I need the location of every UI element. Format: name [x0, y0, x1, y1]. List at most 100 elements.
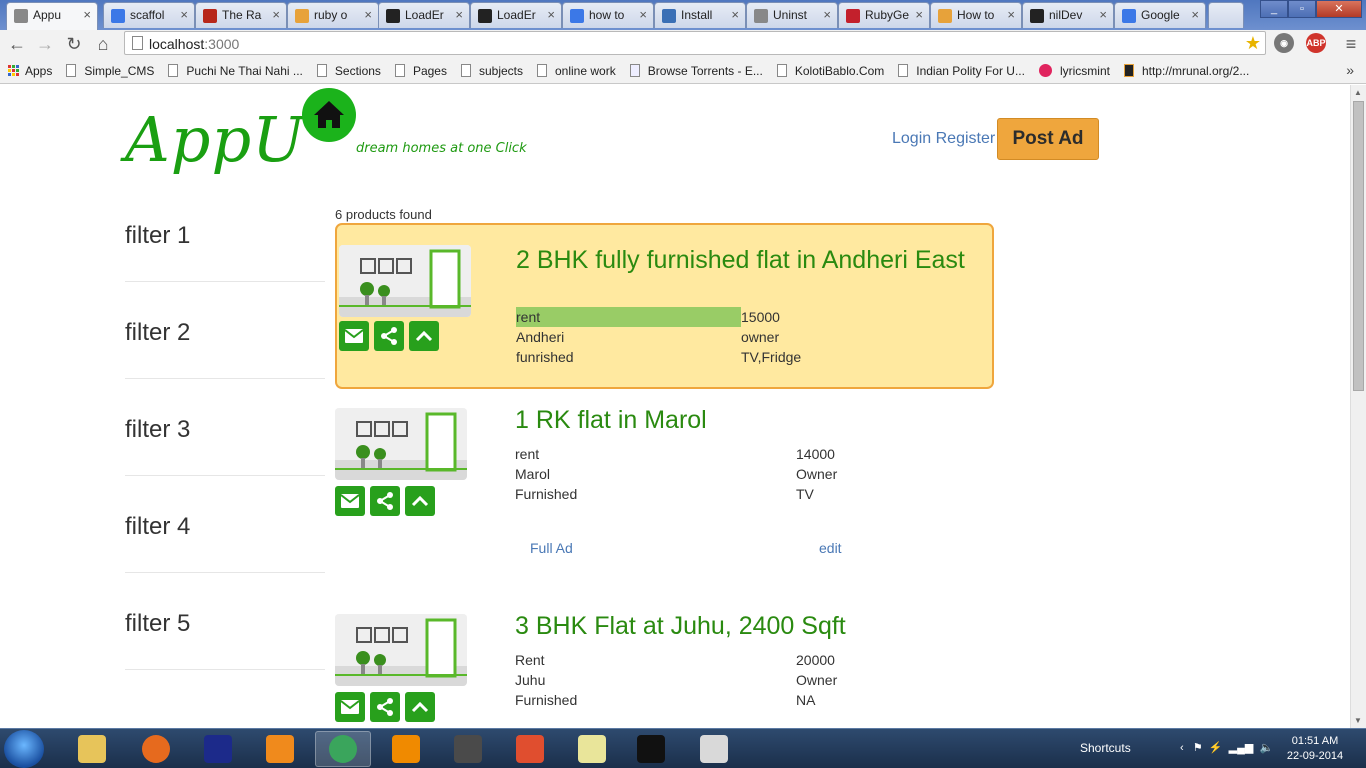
bookmark-item[interactable]: subjects [460, 64, 523, 78]
filter-item[interactable]: filter 5 [125, 610, 325, 670]
close-tab-icon[interactable]: × [180, 7, 188, 22]
clock[interactable]: 01:51 AM 22-09-2014 [1286, 734, 1344, 764]
shortcuts-toolbar[interactable]: Shortcuts [1080, 741, 1131, 755]
action-center-icon[interactable]: ⚑ [1193, 742, 1203, 754]
bookmarks-overflow-icon[interactable]: » [1346, 62, 1354, 78]
chevron-up-icon[interactable] [405, 486, 435, 516]
listing-card[interactable]: 3 BHK Flat at Juhu, 2400 Sqft Rent 20000 Ju… [335, 613, 994, 723]
maximize-button[interactable]: ▫ [1288, 0, 1316, 18]
chrome-icon[interactable] [315, 731, 371, 767]
explorer-icon[interactable] [64, 731, 120, 767]
filter-item[interactable]: filter 4 [125, 513, 325, 573]
full-ad-link[interactable]: Full Ad [530, 540, 573, 556]
share-icon[interactable] [370, 486, 400, 516]
close-tab-icon[interactable]: × [639, 7, 647, 22]
listing-thumbnail[interactable] [335, 614, 467, 686]
listing-title[interactable]: 1 RK flat in Marol [515, 407, 965, 433]
tab[interactable]: Install × [654, 2, 746, 28]
share-icon[interactable] [370, 692, 400, 722]
listing-title[interactable]: 3 BHK Flat at Juhu, 2400 Sqft [515, 613, 965, 639]
register-link[interactable]: Register [936, 130, 996, 147]
tab[interactable]: ruby o × [287, 2, 379, 28]
close-tab-icon[interactable]: × [547, 7, 555, 22]
page-scrollbar[interactable]: ▲ ▼ [1350, 85, 1366, 728]
chevron-up-icon[interactable] [409, 321, 439, 351]
scroll-up-icon[interactable]: ▲ [1354, 88, 1362, 97]
close-tab-icon[interactable]: × [1099, 7, 1107, 22]
listing-thumbnail[interactable] [335, 408, 467, 480]
chevron-up-icon[interactable] [405, 692, 435, 722]
tab[interactable]: how to × [562, 2, 654, 28]
cmd-icon[interactable] [623, 731, 679, 767]
close-tab-icon[interactable]: × [915, 7, 923, 22]
close-tab-icon[interactable]: × [83, 7, 91, 22]
close-tab-icon[interactable]: × [1007, 7, 1015, 22]
firefox-icon[interactable] [128, 731, 184, 767]
scrollbar-thumb[interactable] [1353, 101, 1364, 391]
filter-item[interactable]: filter 2 [125, 319, 325, 379]
bookmark-item[interactable]: Puchi Ne Thai Nahi ... [168, 64, 303, 78]
back-icon[interactable]: ← [6, 33, 28, 55]
home-logo-icon[interactable] [302, 88, 356, 142]
sublime-icon[interactable] [440, 731, 496, 767]
volume-icon[interactable]: 🔈 [1260, 742, 1274, 754]
show-hidden-icons-icon[interactable]: ‹ [1180, 742, 1184, 754]
git-icon[interactable] [502, 731, 558, 767]
tab[interactable]: nilDev × [1022, 2, 1114, 28]
close-window-button[interactable]: ✕ [1316, 0, 1362, 18]
close-tab-icon[interactable]: × [731, 7, 739, 22]
close-tab-icon[interactable]: × [1191, 7, 1199, 22]
forward-icon[interactable]: → [34, 33, 56, 55]
snipping-tool-icon[interactable] [686, 731, 742, 767]
close-tab-icon[interactable]: × [272, 7, 280, 22]
email-icon[interactable] [339, 321, 369, 351]
media-player-icon[interactable] [252, 731, 308, 767]
listing-card[interactable]: 2 BHK fully furnished flat in Andheri Ea… [335, 223, 994, 389]
site-logo[interactable]: AppU [125, 103, 305, 176]
filter-item[interactable]: filter 1 [125, 222, 325, 282]
post-ad-button[interactable]: Post Ad [997, 118, 1099, 160]
reload-icon[interactable]: ↻ [63, 33, 85, 55]
bookmark-item[interactable]: Pages [394, 64, 447, 78]
bookmark-star-icon[interactable]: ★ [1245, 33, 1261, 54]
address-bar[interactable]: localhost:3000 ★ [124, 31, 1266, 55]
bookmark-item[interactable]: KolotiBablo.Com [776, 64, 884, 78]
extension-icon[interactable]: ◉ [1274, 33, 1294, 53]
close-tab-icon[interactable]: × [823, 7, 831, 22]
edit-link[interactable]: edit [819, 540, 842, 556]
start-button[interactable] [4, 730, 44, 768]
power-icon[interactable]: ⚡ [1209, 742, 1223, 754]
bookmark-item[interactable]: lyricsmint [1038, 64, 1110, 78]
listing-title[interactable]: 2 BHK fully furnished flat in Andheri Ea… [516, 247, 966, 273]
bookmark-item[interactable]: Simple_CMS [66, 64, 154, 78]
scroll-down-icon[interactable]: ▼ [1354, 716, 1362, 725]
filter-item[interactable]: filter 3 [125, 416, 325, 476]
close-tab-icon[interactable]: × [364, 7, 372, 22]
tab[interactable]: Uninst × [746, 2, 838, 28]
email-icon[interactable] [335, 692, 365, 722]
tab[interactable]: scaffol × [103, 2, 195, 28]
close-tab-icon[interactable]: × [455, 7, 463, 22]
bookmark-item[interactable]: Indian Polity For U... [898, 64, 1025, 78]
tab[interactable]: Appu × [6, 2, 98, 30]
tab[interactable]: LoadEr × [470, 2, 562, 28]
tab[interactable]: LoadEr × [378, 2, 470, 28]
bookmark-item[interactable]: http://mrunal.org/2... [1123, 64, 1249, 78]
share-icon[interactable] [374, 321, 404, 351]
adblock-icon[interactable]: ABP [1306, 33, 1326, 53]
listing-thumbnail[interactable] [339, 245, 471, 317]
email-icon[interactable] [335, 486, 365, 516]
menu-icon[interactable]: ≡ [1340, 33, 1362, 55]
network-icon[interactable]: ▂▄▆ [1229, 742, 1254, 754]
winamp-icon[interactable] [190, 731, 246, 767]
listing-card[interactable]: 1 RK flat in Marol rent 14000 Marol Owner Fur… [335, 407, 994, 597]
home-icon[interactable]: ⌂ [92, 33, 114, 55]
bookmark-item[interactable]: Browse Torrents - E... [629, 64, 763, 78]
tab[interactable]: RubyGe × [838, 2, 930, 28]
sticky-notes-icon[interactable] [564, 731, 620, 767]
bookmark-item[interactable]: Sections [316, 64, 381, 78]
login-link[interactable]: Login [892, 130, 931, 147]
tab[interactable]: The Ra × [195, 2, 287, 28]
bookmark-item[interactable]: Apps [8, 64, 52, 78]
tab[interactable]: Google × [1114, 2, 1206, 28]
